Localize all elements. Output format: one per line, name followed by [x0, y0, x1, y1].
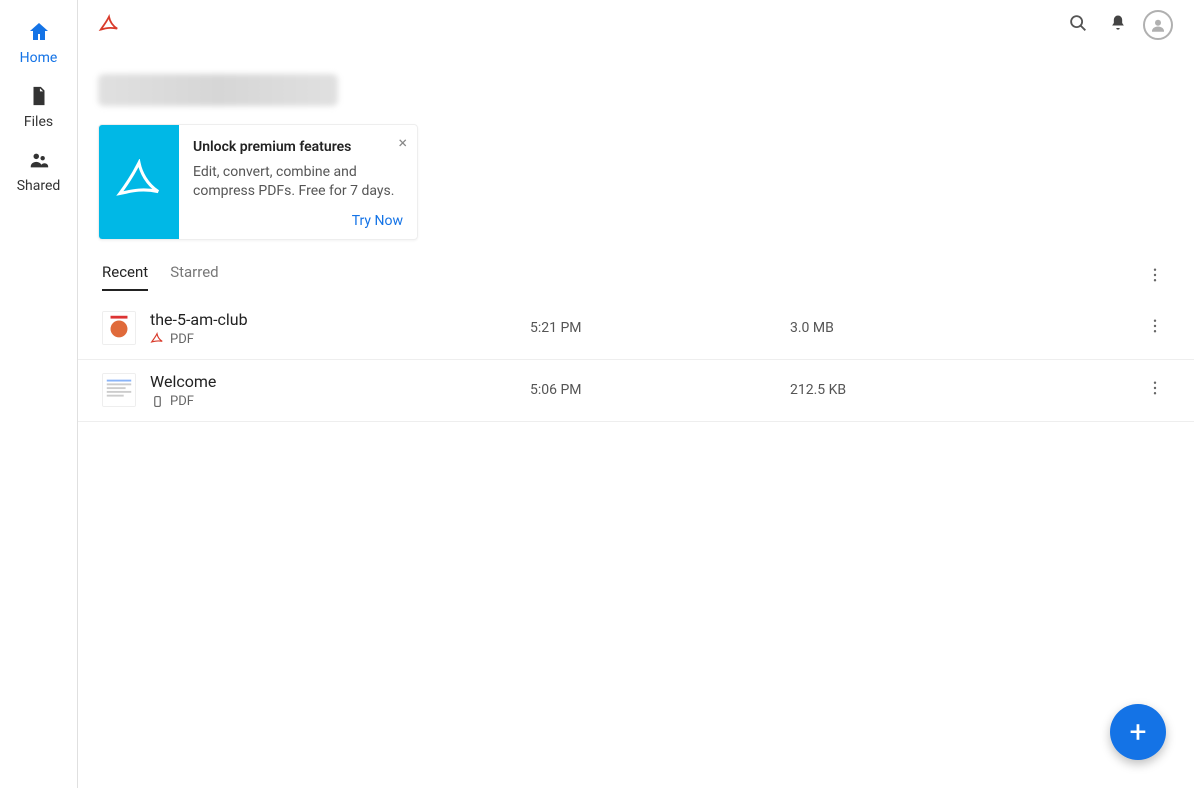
file-time: 5:06 PM: [530, 382, 790, 398]
file-row[interactable]: Welcome PDF 5:06 PM 212.5 KB: [78, 360, 1194, 422]
premium-promo-card: × Unlock premium features Edit, convert,…: [98, 124, 418, 240]
topbar: [78, 0, 1194, 50]
pdf-icon: [150, 332, 164, 346]
file-more-button[interactable]: [1140, 317, 1170, 339]
file-more-button[interactable]: [1140, 379, 1170, 401]
bell-icon: [1108, 13, 1128, 37]
fab-add-button[interactable]: +: [1110, 704, 1166, 760]
device-icon: [150, 394, 164, 408]
file-icon: [27, 84, 51, 108]
promo-illustration: [99, 125, 179, 239]
more-vertical-icon: [1146, 317, 1164, 339]
sidebar-item-label: Files: [24, 114, 53, 130]
sidebar-item-files[interactable]: Files: [0, 74, 77, 138]
file-thumbnail: [102, 311, 136, 345]
promo-close-button[interactable]: ×: [398, 133, 407, 152]
file-time: 5:21 PM: [530, 320, 790, 336]
search-icon: [1067, 12, 1089, 38]
file-size: 212.5 KB: [790, 382, 1140, 398]
file-size: 3.0 MB: [790, 320, 1140, 336]
profile-button[interactable]: [1138, 5, 1178, 45]
more-vertical-icon: [1146, 266, 1164, 288]
promo-try-now-link[interactable]: Try Now: [193, 213, 403, 229]
file-name: Welcome: [150, 372, 530, 391]
search-button[interactable]: [1058, 5, 1098, 45]
file-type-label: PDF: [170, 394, 194, 409]
sidebar-item-label: Shared: [17, 178, 61, 194]
promo-description: Edit, convert, combine and compress PDFs…: [193, 163, 403, 201]
tabs-row: Recent Starred: [78, 262, 1194, 292]
promo-title: Unlock premium features: [193, 139, 403, 155]
acrobat-icon: [98, 14, 120, 36]
sidebar-item-home[interactable]: Home: [0, 10, 77, 74]
tab-recent[interactable]: Recent: [102, 263, 148, 291]
file-row[interactable]: the-5-am-club PDF 5:21 PM 3.0 MB: [78, 298, 1194, 360]
profile-icon: [1143, 10, 1173, 40]
shared-icon: [27, 148, 51, 172]
home-icon: [27, 20, 51, 44]
file-thumbnail: [102, 373, 136, 407]
tab-starred[interactable]: Starred: [170, 263, 218, 291]
content: × Unlock premium features Edit, convert,…: [78, 50, 1194, 422]
file-type-label: PDF: [170, 332, 194, 347]
tabs-more-button[interactable]: [1140, 262, 1170, 292]
notifications-button[interactable]: [1098, 5, 1138, 45]
plus-icon: +: [1129, 715, 1146, 750]
file-list: the-5-am-club PDF 5:21 PM 3.0 MB: [78, 298, 1194, 422]
sidebar: Home Files Shared: [0, 0, 78, 788]
main-area: × Unlock premium features Edit, convert,…: [78, 0, 1194, 788]
file-name: the-5-am-club: [150, 310, 530, 329]
more-vertical-icon: [1146, 379, 1164, 401]
sidebar-item-shared[interactable]: Shared: [0, 138, 77, 202]
welcome-greeting-blurred: [98, 74, 338, 106]
sidebar-item-label: Home: [20, 50, 58, 66]
